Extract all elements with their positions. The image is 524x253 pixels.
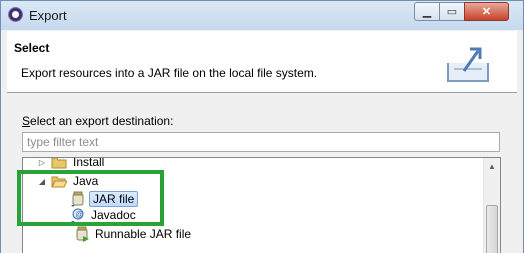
minimize-button[interactable]: ▁ <box>414 2 440 21</box>
tree-item-label: Install <box>73 157 105 169</box>
destination-label-text: elect an export destination: <box>30 114 174 128</box>
tree-item-label: Runnable JAR file <box>95 227 192 241</box>
window-title: Export <box>29 8 67 23</box>
minimize-icon: ▁ <box>422 6 432 18</box>
title-bar[interactable]: Export ▁ ▭ ✕ <box>1 1 523 30</box>
tree-item-runnable-jar[interactable]: Runnable JAR file <box>73 225 191 243</box>
export-dialog: Export ▁ ▭ ✕ Select Export resources int… <box>0 0 524 253</box>
close-button[interactable]: ✕ <box>464 2 509 21</box>
tree-item-install[interactable]: ▷ Install <box>37 157 105 171</box>
close-icon: ✕ <box>481 6 492 18</box>
highlight-annotation-box <box>17 170 164 226</box>
export-arrow-icon <box>447 47 489 82</box>
tree-scrollbar[interactable]: ▲ <box>483 158 500 253</box>
banner-description: Export resources into a JAR file on the … <box>21 66 318 80</box>
maximize-button[interactable]: ▭ <box>439 2 465 21</box>
destination-label-mnemonic: S <box>22 114 31 128</box>
scroll-thumb[interactable] <box>486 205 498 253</box>
wizard-banner: Select Export resources into a JAR file … <box>7 31 517 93</box>
maximize-icon: ▭ <box>446 6 458 18</box>
banner-title: Select <box>14 41 50 55</box>
scroll-up-icon[interactable]: ▲ <box>484 158 500 175</box>
filter-input[interactable] <box>22 132 500 152</box>
expand-arrow-icon[interactable]: ▷ <box>37 158 47 167</box>
runnable-jar-icon <box>76 226 89 242</box>
folder-icon <box>51 158 67 168</box>
eclipse-app-icon <box>8 7 23 22</box>
destination-label: Select an export destination: <box>22 114 173 128</box>
